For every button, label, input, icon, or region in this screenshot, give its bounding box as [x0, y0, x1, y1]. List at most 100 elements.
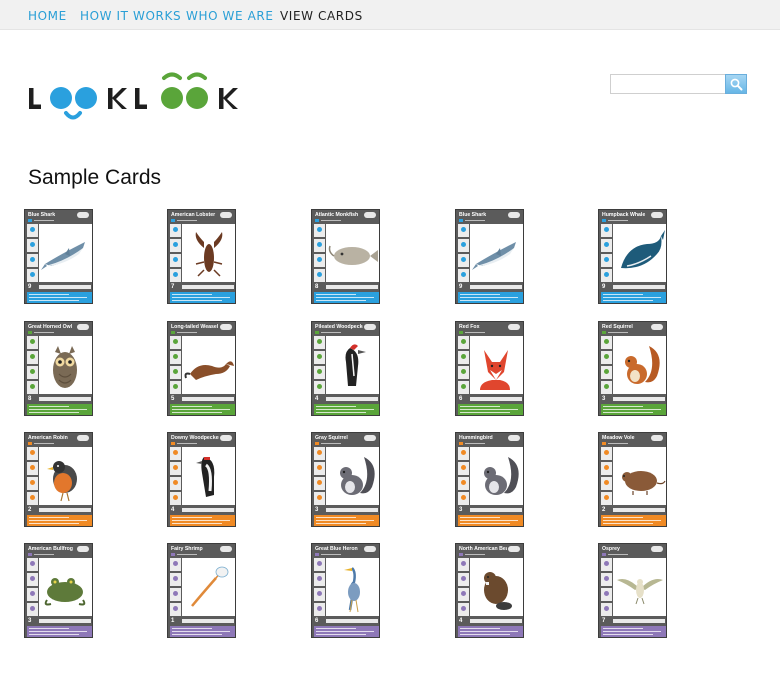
- card-humpback-whale[interactable]: Humpback Whale 9: [598, 209, 667, 304]
- card-great-blue-heron[interactable]: Great Blue Heron 6: [311, 543, 380, 638]
- nav-who-we-are-link[interactable]: WHO WE ARE: [186, 9, 274, 23]
- card-meadow-vole[interactable]: Meadow Vole 2: [598, 432, 667, 527]
- card-stat-icon: [170, 366, 181, 379]
- card-stat-icon: [458, 447, 469, 460]
- card-american-robin[interactable]: American Robin 2: [24, 432, 93, 527]
- card-stat-column: [458, 336, 469, 394]
- card-american-lobster[interactable]: American Lobster 7: [167, 209, 236, 304]
- card-great-horned-owl[interactable]: Great Horned Owl 8: [24, 321, 93, 416]
- page-title: Sample Cards: [28, 166, 162, 189]
- nav-view-cards-link[interactable]: VIEW CARDS: [280, 9, 363, 23]
- card-stat-icon: [601, 336, 612, 349]
- card-title: North American Beaver: [459, 546, 507, 552]
- card-stat-icon: [458, 336, 469, 349]
- card-habitat-label: [459, 553, 499, 556]
- card-flag-icon: [220, 212, 232, 218]
- card-title: American Bullfrog: [28, 546, 73, 552]
- card-number: 2: [602, 507, 606, 513]
- card-illustration: [470, 558, 523, 616]
- card-hummingbird[interactable]: Hummingbird 3: [455, 432, 524, 527]
- card-stat-icon: [601, 381, 612, 394]
- card-number: 5: [171, 396, 175, 402]
- card-habitat-label: [28, 331, 68, 334]
- card-habitat-label: [315, 331, 355, 334]
- card-fairy-shrimp[interactable]: Fairy Shrimp 1: [167, 543, 236, 638]
- card-osprey[interactable]: Osprey 7: [598, 543, 667, 638]
- card-stat-icon: [27, 477, 38, 490]
- card-downy-woodpecker[interactable]: Downy Woodpecker 4: [167, 432, 236, 527]
- card-stat-icon: [601, 239, 612, 252]
- card-stat-icon: [458, 254, 469, 267]
- card-flag-icon: [508, 546, 520, 552]
- card-stat-icon: [27, 573, 38, 586]
- card-stat-icon: [314, 366, 325, 379]
- card-illustration: [326, 336, 379, 394]
- card-score-bar: [613, 397, 665, 401]
- card-pileated-woodpecker[interactable]: Pileated Woodpecker 4: [311, 321, 380, 416]
- card-long-tailed-weasel[interactable]: Long-tailed Weasel 5: [167, 321, 236, 416]
- card-flag-icon: [77, 324, 89, 330]
- card-flag-icon: [508, 212, 520, 218]
- card-habitat-label: [459, 219, 499, 222]
- card-score-bar: [39, 397, 91, 401]
- card-atlantic-monkfish[interactable]: Atlantic Monkfish 8: [311, 209, 380, 304]
- card-flag-icon: [651, 546, 663, 552]
- card-title: Blue Shark: [28, 212, 56, 218]
- card-illustration: [613, 224, 666, 282]
- card-american-bullfrog[interactable]: American Bullfrog 3: [24, 543, 93, 638]
- card-description-panel: [458, 292, 523, 303]
- card-illustration: [326, 558, 379, 616]
- card-stat-icon: [170, 254, 181, 267]
- card-number: 2: [28, 507, 32, 513]
- nav-home-link[interactable]: HOME: [28, 9, 67, 23]
- card-habitat-label: [459, 331, 499, 334]
- card-title: Red Fox: [459, 324, 480, 330]
- card-blue-shark[interactable]: Blue Shark 9: [24, 209, 93, 304]
- card-gray-squirrel[interactable]: Gray Squirrel 3: [311, 432, 380, 527]
- card-number: 6: [459, 396, 463, 402]
- search-button[interactable]: [725, 74, 747, 94]
- card-stat-icon: [314, 269, 325, 282]
- card-stat-column: [170, 224, 181, 282]
- card-red-fox[interactable]: Red Fox 6: [455, 321, 524, 416]
- card-illustration: [470, 447, 523, 505]
- card-number: 3: [459, 507, 463, 513]
- card-title: Gray Squirrel: [315, 435, 348, 441]
- search-input[interactable]: [610, 74, 726, 94]
- card-stat-icon: [314, 239, 325, 252]
- card-stat-icon: [314, 351, 325, 364]
- card-red-squirrel[interactable]: Red Squirrel 3: [598, 321, 667, 416]
- card-habitat-label: [602, 442, 642, 445]
- card-stat-icon: [314, 224, 325, 237]
- card-score-bar: [39, 508, 91, 512]
- card-title: Downy Woodpecker: [171, 435, 219, 441]
- card-habitat-label: [459, 442, 499, 445]
- card-score-bar: [182, 508, 234, 512]
- card-title: Red Squirrel: [602, 324, 633, 330]
- card-description-panel: [27, 515, 92, 526]
- card-blue-shark[interactable]: Blue Shark 9: [455, 209, 524, 304]
- card-stat-icon: [601, 588, 612, 601]
- lookloook-logo[interactable]: [28, 70, 240, 126]
- card-number: 4: [459, 618, 463, 624]
- card-number: 8: [28, 396, 32, 402]
- card-score-bar: [470, 508, 522, 512]
- card-north-american-beaver[interactable]: North American Beaver 4: [455, 543, 524, 638]
- card-score-bar: [613, 508, 665, 512]
- card-stat-icon: [27, 558, 38, 571]
- card-description-panel: [170, 292, 235, 303]
- nav-how-it-works-link[interactable]: HOW IT WORKS: [80, 9, 181, 23]
- card-description-panel: [458, 626, 523, 637]
- card-illustration: [613, 447, 666, 505]
- card-habitat-label: [602, 219, 642, 222]
- card-stat-icon: [601, 477, 612, 490]
- card-habitat-label: [602, 553, 642, 556]
- card-stat-icon: [601, 492, 612, 505]
- card-illustration: [39, 336, 92, 394]
- card-stat-column: [601, 447, 612, 505]
- card-number: 4: [315, 396, 319, 402]
- card-stat-icon: [170, 336, 181, 349]
- card-stat-icon: [601, 558, 612, 571]
- card-flag-icon: [651, 435, 663, 441]
- card-illustration: [326, 224, 379, 282]
